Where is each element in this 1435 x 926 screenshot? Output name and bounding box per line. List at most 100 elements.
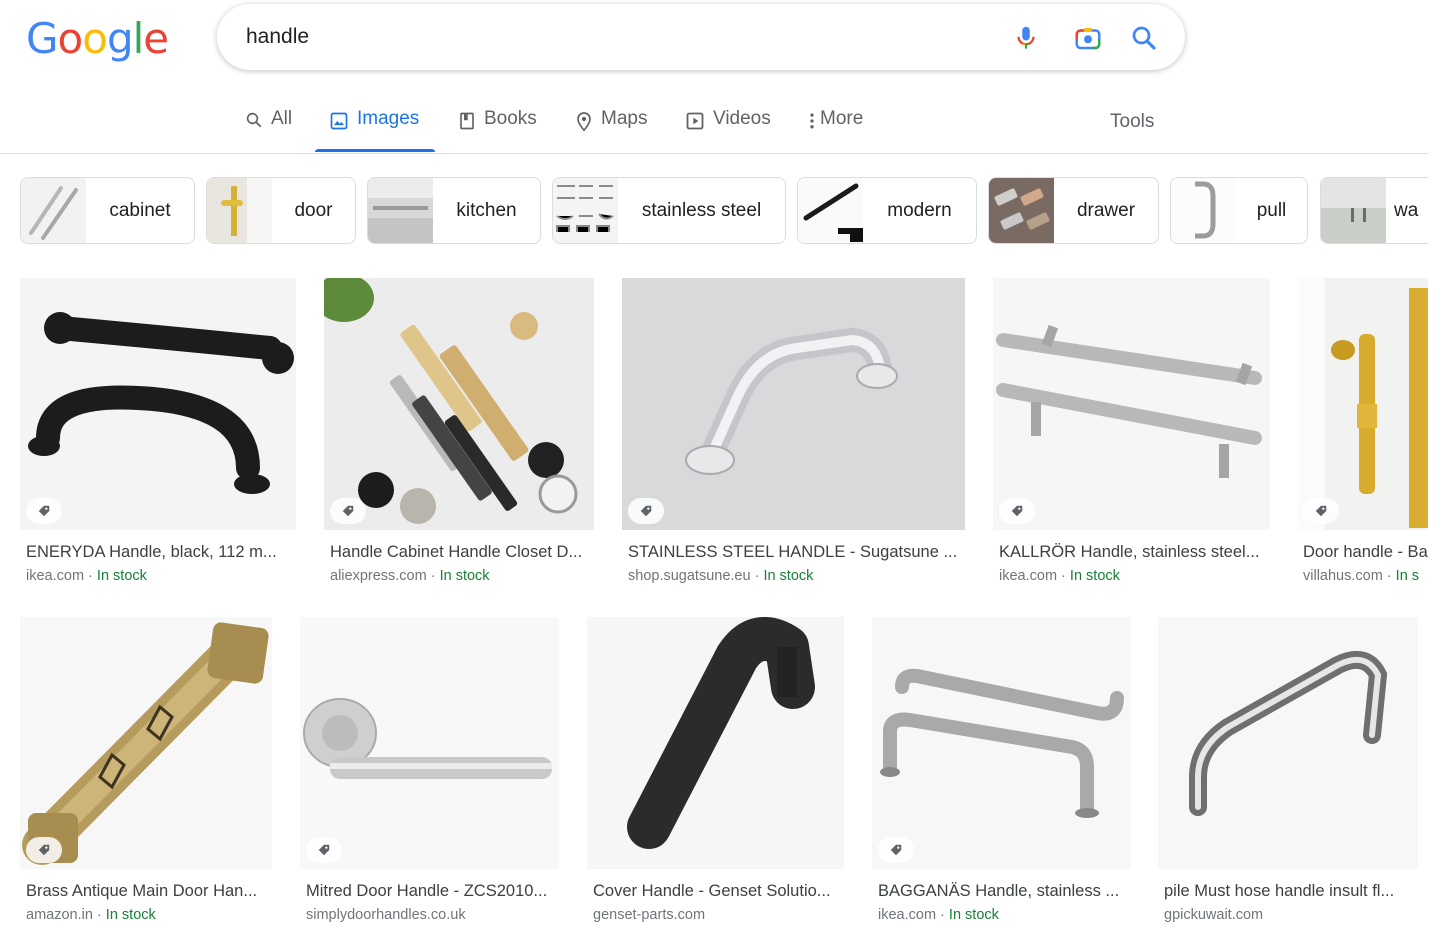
dots-vertical-icon (810, 113, 814, 129)
stock-status: In stock (96, 568, 147, 584)
result-image[interactable] (324, 278, 594, 530)
result-site: simplydoorhandles.co.uk (306, 907, 466, 923)
image-result[interactable]: ENERYDA Handle, black, 112 m... ikea.com… (20, 278, 296, 588)
tab-maps[interactable]: Maps (575, 108, 647, 152)
result-image[interactable] (300, 617, 559, 869)
stock-status: In s (1395, 568, 1420, 584)
tools-button[interactable]: Tools (1110, 111, 1154, 133)
result-source: ikea.com · In stock (26, 568, 147, 584)
tab-books[interactable]: Books (458, 108, 537, 152)
result-title[interactable]: Door handle - Ba (1303, 543, 1428, 562)
image-result[interactable]: Cover Handle - Genset Solutio... genset-… (587, 617, 844, 926)
search-input[interactable]: handle (246, 25, 309, 49)
tab-label: More (820, 108, 864, 129)
result-source: aliexpress.com · In stock (330, 568, 490, 584)
product-tag-icon (999, 498, 1035, 524)
video-icon (686, 112, 704, 130)
chip-label: stainless steel (641, 199, 762, 221)
book-icon (460, 112, 474, 130)
chip-stainless-steel[interactable]: stainless steel (552, 177, 786, 244)
result-image[interactable] (622, 278, 965, 530)
tab-more[interactable]: More (808, 108, 863, 152)
tab-all[interactable]: All (245, 108, 292, 152)
chip-label: wa (1394, 199, 1419, 221)
stock-status: In stock (439, 568, 490, 584)
image-result[interactable]: pile Must hose handle insult fl... gpick… (1158, 617, 1418, 926)
product-tag-icon (26, 498, 62, 524)
chip-thumbnail (989, 178, 1054, 243)
result-title[interactable]: Mitred Door Handle - ZCS2010... (306, 882, 556, 901)
camera-icon[interactable] (1073, 23, 1103, 53)
result-image[interactable] (587, 617, 844, 869)
product-tag-icon (26, 837, 62, 863)
logo-letter: g (106, 14, 134, 63)
tab-label: Videos (713, 108, 771, 129)
result-image[interactable] (20, 278, 296, 530)
result-title[interactable]: Handle Cabinet Handle Closet D... (330, 543, 594, 562)
image-result[interactable]: Brass Antique Main Door Han... amazon.in… (20, 617, 272, 926)
result-title[interactable]: KALLRÖR Handle, stainless steel... (999, 543, 1265, 562)
chip-thumbnail (553, 178, 618, 243)
logo-letter: l (132, 14, 145, 63)
product-tag-icon (306, 837, 342, 863)
chip-pull[interactable]: pull (1170, 177, 1308, 244)
search-icon[interactable] (1129, 23, 1159, 53)
result-site: ikea.com (999, 568, 1058, 584)
image-result[interactable]: Door handle - Ba villahus.com · In s (1297, 278, 1428, 588)
result-image[interactable] (872, 617, 1131, 869)
search-icon (246, 112, 262, 128)
product-tag-icon (1303, 498, 1339, 524)
result-site: villahus.com (1303, 568, 1383, 584)
result-site: gpickuwait.com (1164, 907, 1264, 923)
result-site: shop.sugatsune.eu (628, 568, 751, 584)
image-result[interactable]: STAINLESS STEEL HANDLE - Sugatsune ... s… (622, 278, 965, 588)
result-title[interactable]: BAGGANÄS Handle, stainless ... (878, 882, 1126, 901)
result-source: villahus.com · In s (1303, 568, 1420, 584)
stock-status: In stock (763, 568, 814, 584)
chip-cabinet[interactable]: cabinet (20, 177, 195, 244)
result-site: aliexpress.com (330, 568, 427, 584)
result-title[interactable]: pile Must hose handle insult fl... (1164, 882, 1414, 901)
chip-thumbnail (21, 178, 86, 243)
chip-thumbnail (1171, 178, 1236, 243)
chip-label: modern (887, 199, 952, 221)
result-image[interactable] (993, 278, 1270, 530)
product-tag-icon (330, 498, 366, 524)
stock-status: In stock (1069, 568, 1120, 584)
result-source: shop.sugatsune.eu · In stock (628, 568, 814, 584)
map-pin-icon (577, 112, 591, 132)
image-icon (330, 112, 348, 130)
result-source: genset-parts.com (593, 907, 841, 923)
chip-drawer[interactable]: drawer (988, 177, 1159, 244)
google-logo[interactable]: Google (26, 14, 169, 63)
chip-kitchen[interactable]: kitchen (367, 177, 541, 244)
chip-thumbnail (207, 178, 272, 243)
result-title[interactable]: Cover Handle - Genset Solutio... (593, 882, 841, 901)
result-image[interactable] (1297, 278, 1428, 530)
result-title[interactable]: Brass Antique Main Door Han... (26, 882, 268, 901)
result-source: ikea.com · In stock (878, 907, 999, 923)
product-tag-icon (628, 498, 664, 524)
result-image[interactable] (20, 617, 272, 869)
search-box[interactable]: handle (217, 4, 1185, 70)
result-site: ikea.com (26, 568, 85, 584)
image-result[interactable]: Mitred Door Handle - ZCS2010... simplydo… (300, 617, 559, 926)
tab-images[interactable]: Images (314, 108, 436, 152)
result-source: gpickuwait.com (1164, 907, 1414, 923)
chip-wa[interactable]: wa (1320, 177, 1428, 244)
tab-videos[interactable]: Videos (685, 108, 771, 152)
chip-label: cabinet (109, 199, 171, 221)
chip-door[interactable]: door (206, 177, 356, 244)
result-site: amazon.in (26, 907, 93, 923)
image-result[interactable]: Handle Cabinet Handle Closet D... aliexp… (324, 278, 594, 588)
result-site: ikea.com (878, 907, 937, 923)
mic-icon[interactable] (1011, 23, 1041, 53)
result-title[interactable]: ENERYDA Handle, black, 112 m... (26, 543, 290, 562)
result-image[interactable] (1158, 617, 1418, 869)
result-title[interactable]: STAINLESS STEEL HANDLE - Sugatsune ... (628, 543, 962, 562)
result-source: simplydoorhandles.co.uk (306, 907, 556, 923)
image-result[interactable]: KALLRÖR Handle, stainless steel... ikea.… (993, 278, 1270, 588)
image-result[interactable]: BAGGANÄS Handle, stainless ... ikea.com … (872, 617, 1131, 926)
search-tabs: All Images Books Maps Videos More Tools (0, 100, 1428, 154)
chip-modern[interactable]: modern (797, 177, 977, 244)
